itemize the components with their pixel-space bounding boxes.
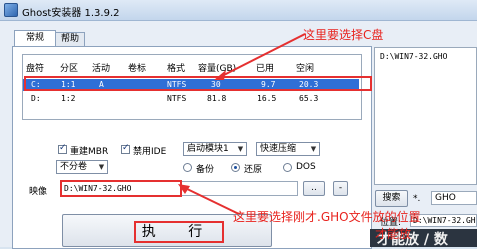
compression-value: 快速压缩	[260, 144, 297, 154]
boot-module-select[interactable]: 启动模块1 ▼	[183, 142, 247, 156]
restore-radio[interactable]	[231, 163, 240, 172]
cell-drive: D:	[31, 94, 41, 103]
rebuild-mbr-label: 重建MBR	[70, 147, 109, 157]
restore-label: 还原	[244, 165, 263, 175]
app-icon	[4, 3, 18, 17]
disable-ide-checkbox[interactable]	[121, 143, 130, 154]
column-header-active[interactable]: 活动	[92, 61, 110, 74]
split-select[interactable]: 不分卷 ▼	[56, 160, 108, 174]
annotation-continued: 才能放	[375, 227, 412, 241]
column-header-label[interactable]: 卷标	[128, 61, 146, 74]
image-path-input[interactable]: D:\WIN7-32.GHO	[60, 180, 182, 197]
extension-label: *.	[413, 194, 421, 204]
tab-general[interactable]: 常规	[14, 30, 56, 47]
backup-radio[interactable]	[183, 163, 192, 172]
annotation-select-gho: 这里要选择刚才.GHO文件放的位置	[233, 210, 421, 224]
boot-module-value: 启动模块1	[187, 144, 229, 154]
row-highlight-box	[24, 76, 372, 91]
column-header-partition[interactable]: 分区	[60, 61, 78, 74]
annotation-select-c: 这里要选择C盘	[303, 28, 384, 42]
chevron-down-icon: ▼	[310, 145, 317, 153]
backup-label: 备份	[196, 165, 215, 175]
cell-capacity: 81.8	[207, 94, 227, 103]
cell-format: NTFS	[167, 94, 187, 103]
execute-label: 执 行	[134, 221, 224, 243]
dos-label: DOS	[296, 162, 316, 172]
extension-input[interactable]: GHO	[431, 191, 477, 205]
column-header-format[interactable]: 格式	[167, 61, 185, 74]
split-value: 不分卷	[60, 162, 88, 172]
browse-button[interactable]: ..	[303, 181, 325, 196]
rebuild-mbr-checkbox[interactable]	[58, 143, 67, 154]
table-row[interactable]: D: 1:2 NTFS 81.8 16.5 65.3	[23, 93, 359, 105]
disable-ide-label: 禁用IDE	[133, 147, 167, 157]
window-title: Ghost安装器 1.3.9.2	[22, 8, 120, 19]
column-header-drive[interactable]: 盘符	[26, 61, 44, 74]
remove-button[interactable]: -	[333, 181, 348, 196]
search-button[interactable]: 搜索	[375, 190, 408, 207]
compression-select[interactable]: 快速压缩 ▼	[256, 142, 320, 156]
dos-radio[interactable]	[283, 163, 292, 172]
cell-used: 16.5	[257, 94, 277, 103]
gho-file-list[interactable]: D:\WIN7-32.GHO	[374, 47, 477, 185]
arrow-annotation-top	[214, 33, 306, 80]
image-label: 映像	[29, 187, 48, 197]
chevron-down-icon: ▼	[98, 163, 105, 171]
chevron-down-icon: ▼	[237, 145, 244, 153]
cell-partition: 1:2	[61, 94, 76, 103]
cell-free: 65.3	[299, 94, 319, 103]
list-item[interactable]: D:\WIN7-32.GHO	[380, 52, 476, 61]
tab-help[interactable]: 帮助	[55, 32, 85, 46]
